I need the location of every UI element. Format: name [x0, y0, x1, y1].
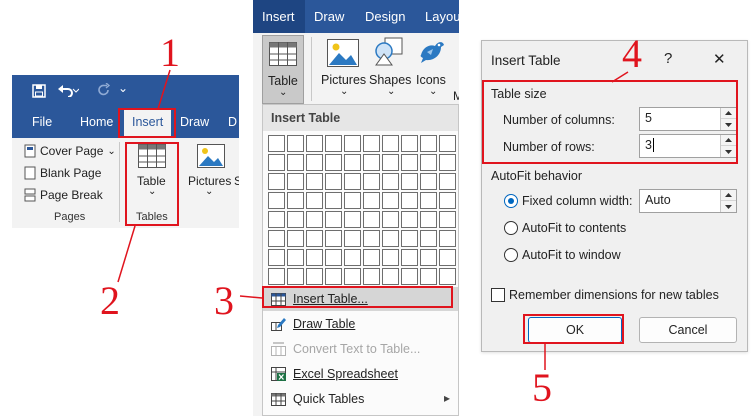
- step-number-4: 4: [622, 31, 642, 76]
- step-number-3: 3: [214, 278, 234, 323]
- step-number-1: 1: [160, 30, 180, 75]
- annotation-connectors: [117, 69, 629, 370]
- step-number-2: 2: [100, 278, 120, 323]
- step-number-5: 5: [532, 365, 552, 410]
